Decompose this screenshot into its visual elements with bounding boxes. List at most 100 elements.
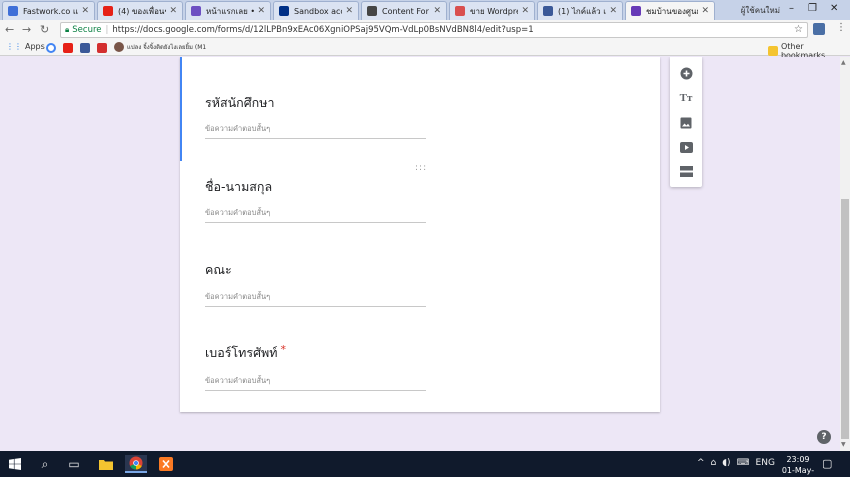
- scroll-up-icon[interactable]: ▲: [841, 59, 846, 66]
- separator: |: [105, 25, 109, 35]
- page-scrollbar[interactable]: ▲ ▼: [840, 57, 850, 451]
- folder-icon: [768, 46, 778, 56]
- close-icon[interactable]: ✕: [609, 6, 617, 16]
- tab-kin[interactable]: หน้าแรกเลย • kin ✕: [185, 1, 271, 20]
- window-close-icon[interactable]: ✕: [830, 3, 838, 14]
- tab-wordpress-content[interactable]: Content For M ✕: [361, 1, 447, 20]
- add-section-icon[interactable]: [678, 163, 694, 179]
- custom-bookmark[interactable]: แปลง จิ้งจิ้งติดยังไงเลยยิ้ม (M1: [114, 42, 206, 52]
- browser-toolbar: ← → ↻ 🔒︎ Secure | https://docs.google.co…: [0, 20, 850, 40]
- bookmarks-bar: ⋮⋮ Apps แปลง จิ้งจิ้งติดยังไงเลยยิ้ม (M1…: [0, 40, 850, 60]
- clock-date: 01-May-18: [781, 466, 815, 475]
- close-icon[interactable]: ✕: [257, 6, 265, 16]
- secure-label: Secure: [72, 25, 102, 35]
- tab-title: ขาย Wordpress: [470, 6, 518, 16]
- site-favicon-icon: [455, 6, 465, 16]
- add-video-icon[interactable]: [678, 139, 694, 155]
- back-arrow-icon[interactable]: ←: [5, 23, 14, 36]
- extension-icon[interactable]: [813, 23, 825, 35]
- lock-icon: 🔒︎: [65, 25, 70, 34]
- question-title[interactable]: คณะ: [205, 260, 232, 280]
- tab-paypal-sandbox[interactable]: Sandbox acco ✕: [273, 1, 359, 20]
- short-answer-field[interactable]: ข้อความคำตอบสั้นๆ: [205, 291, 426, 307]
- help-button[interactable]: ?: [817, 430, 831, 444]
- apps-bookmark[interactable]: ⋮⋮ Apps: [6, 42, 45, 51]
- avatar-icon: [114, 42, 124, 52]
- question-title-text: เบอร์โทรศัพท์: [205, 345, 278, 360]
- tab-facebook[interactable]: (1) ไกค์แล้ว เคเรื ✕: [537, 1, 623, 20]
- close-icon[interactable]: ✕: [345, 6, 353, 16]
- form-side-toolbar: Tт: [670, 57, 702, 187]
- maximize-icon[interactable]: ❐: [808, 3, 817, 14]
- tab-wordpress-sale[interactable]: ขาย Wordpress ✕: [449, 1, 535, 20]
- question-title-text: รหัสนักศึกษา: [205, 95, 275, 110]
- clock-time: 23:09: [786, 455, 810, 464]
- question-title[interactable]: รหัสนักศึกษา: [205, 93, 274, 113]
- minimize-icon[interactable]: –: [789, 3, 794, 14]
- file-explorer-icon[interactable]: [95, 455, 117, 473]
- active-section-indicator: [180, 57, 182, 161]
- url-text[interactable]: https://docs.google.com/forms/d/12lLPBn9…: [112, 25, 533, 35]
- apps-grid-icon: ⋮⋮: [6, 42, 22, 51]
- tab-title: (4) ของเพื่อนๆ: [118, 6, 167, 16]
- close-icon[interactable]: ✕: [81, 6, 89, 16]
- chevron-up-icon[interactable]: ^: [697, 458, 705, 468]
- add-image-icon[interactable]: [678, 115, 694, 131]
- tab-google-forms[interactable]: ชมบ้านของศูนย์ ✕: [625, 1, 715, 20]
- scroll-thumb[interactable]: [841, 199, 849, 439]
- form-card: ::: รหัสนักศึกษา ข้อความคำตอบสั้นๆ ชื่อ-…: [180, 57, 660, 412]
- windows-taskbar: ⌕ ▭ ^ ⌂ ◖) ⌨ ENG 23:09 01-May-18 ▢: [0, 451, 850, 477]
- chrome-taskbar-icon[interactable]: [125, 455, 147, 473]
- task-view-icon[interactable]: ▭: [63, 455, 85, 473]
- question-title-text: คณะ: [205, 262, 232, 277]
- search-icon[interactable]: ⌕: [34, 455, 56, 473]
- fastwork-favicon-icon: [8, 6, 18, 16]
- tab-fastwork[interactable]: Fastwork.co แห ✕: [2, 1, 95, 20]
- drag-handle-icon[interactable]: :::: [415, 163, 427, 173]
- tab-title: Content For M: [382, 6, 430, 16]
- site-favicon-icon: [191, 6, 201, 16]
- network-icon[interactable]: ⌂: [711, 458, 717, 468]
- add-question-icon[interactable]: [678, 65, 694, 81]
- close-icon[interactable]: ✕: [701, 6, 709, 16]
- youtube-icon[interactable]: [63, 43, 73, 53]
- bookmark-star-icon[interactable]: ☆: [794, 24, 803, 35]
- tab-title: (1) ไกค์แล้ว เคเรื: [558, 6, 606, 16]
- tab-title: ชมบ้านของศูนย์: [646, 6, 699, 16]
- close-icon[interactable]: ✕: [169, 6, 177, 16]
- required-asterisk: *: [280, 343, 287, 356]
- close-icon[interactable]: ✕: [433, 6, 441, 16]
- windows-start-icon[interactable]: [4, 455, 26, 473]
- question-title-text: ชื่อ-นามสกุล: [205, 179, 273, 194]
- system-tray: ^ ⌂ ◖) ⌨ ENG: [697, 458, 775, 468]
- google-icon[interactable]: [46, 43, 56, 53]
- xampp-icon[interactable]: [155, 455, 177, 473]
- chrome-menu-icon[interactable]: ⋮: [836, 22, 846, 33]
- facebook-favicon-icon: [543, 6, 553, 16]
- volume-icon[interactable]: ◖): [722, 458, 730, 468]
- profile-name[interactable]: ผู้ใช้คนใหม่: [741, 4, 780, 17]
- question-title[interactable]: ชื่อ-นามสกุล: [205, 177, 272, 197]
- forms-favicon-icon: [631, 6, 641, 16]
- short-answer-field[interactable]: ข้อความคำตอบสั้นๆ: [205, 375, 426, 391]
- tab-youtube[interactable]: (4) ของเพื่อนๆ ✕: [97, 1, 183, 20]
- address-bar[interactable]: 🔒︎ Secure | https://docs.google.com/form…: [60, 22, 808, 38]
- scroll-down-icon[interactable]: ▼: [841, 441, 846, 448]
- wordpress-favicon-icon: [367, 6, 377, 16]
- tab-title: Sandbox acco: [294, 6, 342, 16]
- taskbar-clock[interactable]: 23:09 01-May-18: [778, 454, 818, 477]
- forward-arrow-icon[interactable]: →: [22, 23, 31, 36]
- reload-icon[interactable]: ↻: [40, 23, 49, 36]
- add-title-icon[interactable]: Tт: [678, 90, 694, 106]
- short-answer-field[interactable]: ข้อความคำตอบสั้นๆ: [205, 207, 426, 223]
- close-icon[interactable]: ✕: [521, 6, 529, 16]
- flipboard-icon[interactable]: [97, 43, 107, 53]
- facebook-icon[interactable]: [80, 43, 90, 53]
- question-title[interactable]: เบอร์โทรศัพท์ *: [205, 343, 286, 363]
- tab-strip: Fastwork.co แห ✕ (4) ของเพื่อนๆ ✕ หน้าแร…: [0, 0, 850, 20]
- short-answer-field[interactable]: ข้อความคำตอบสั้นๆ: [205, 123, 426, 139]
- language-indicator[interactable]: ENG: [756, 458, 775, 468]
- apps-label: Apps: [25, 42, 45, 51]
- notification-icon[interactable]: ▢: [822, 457, 832, 470]
- keyboard-icon[interactable]: ⌨: [737, 458, 750, 468]
